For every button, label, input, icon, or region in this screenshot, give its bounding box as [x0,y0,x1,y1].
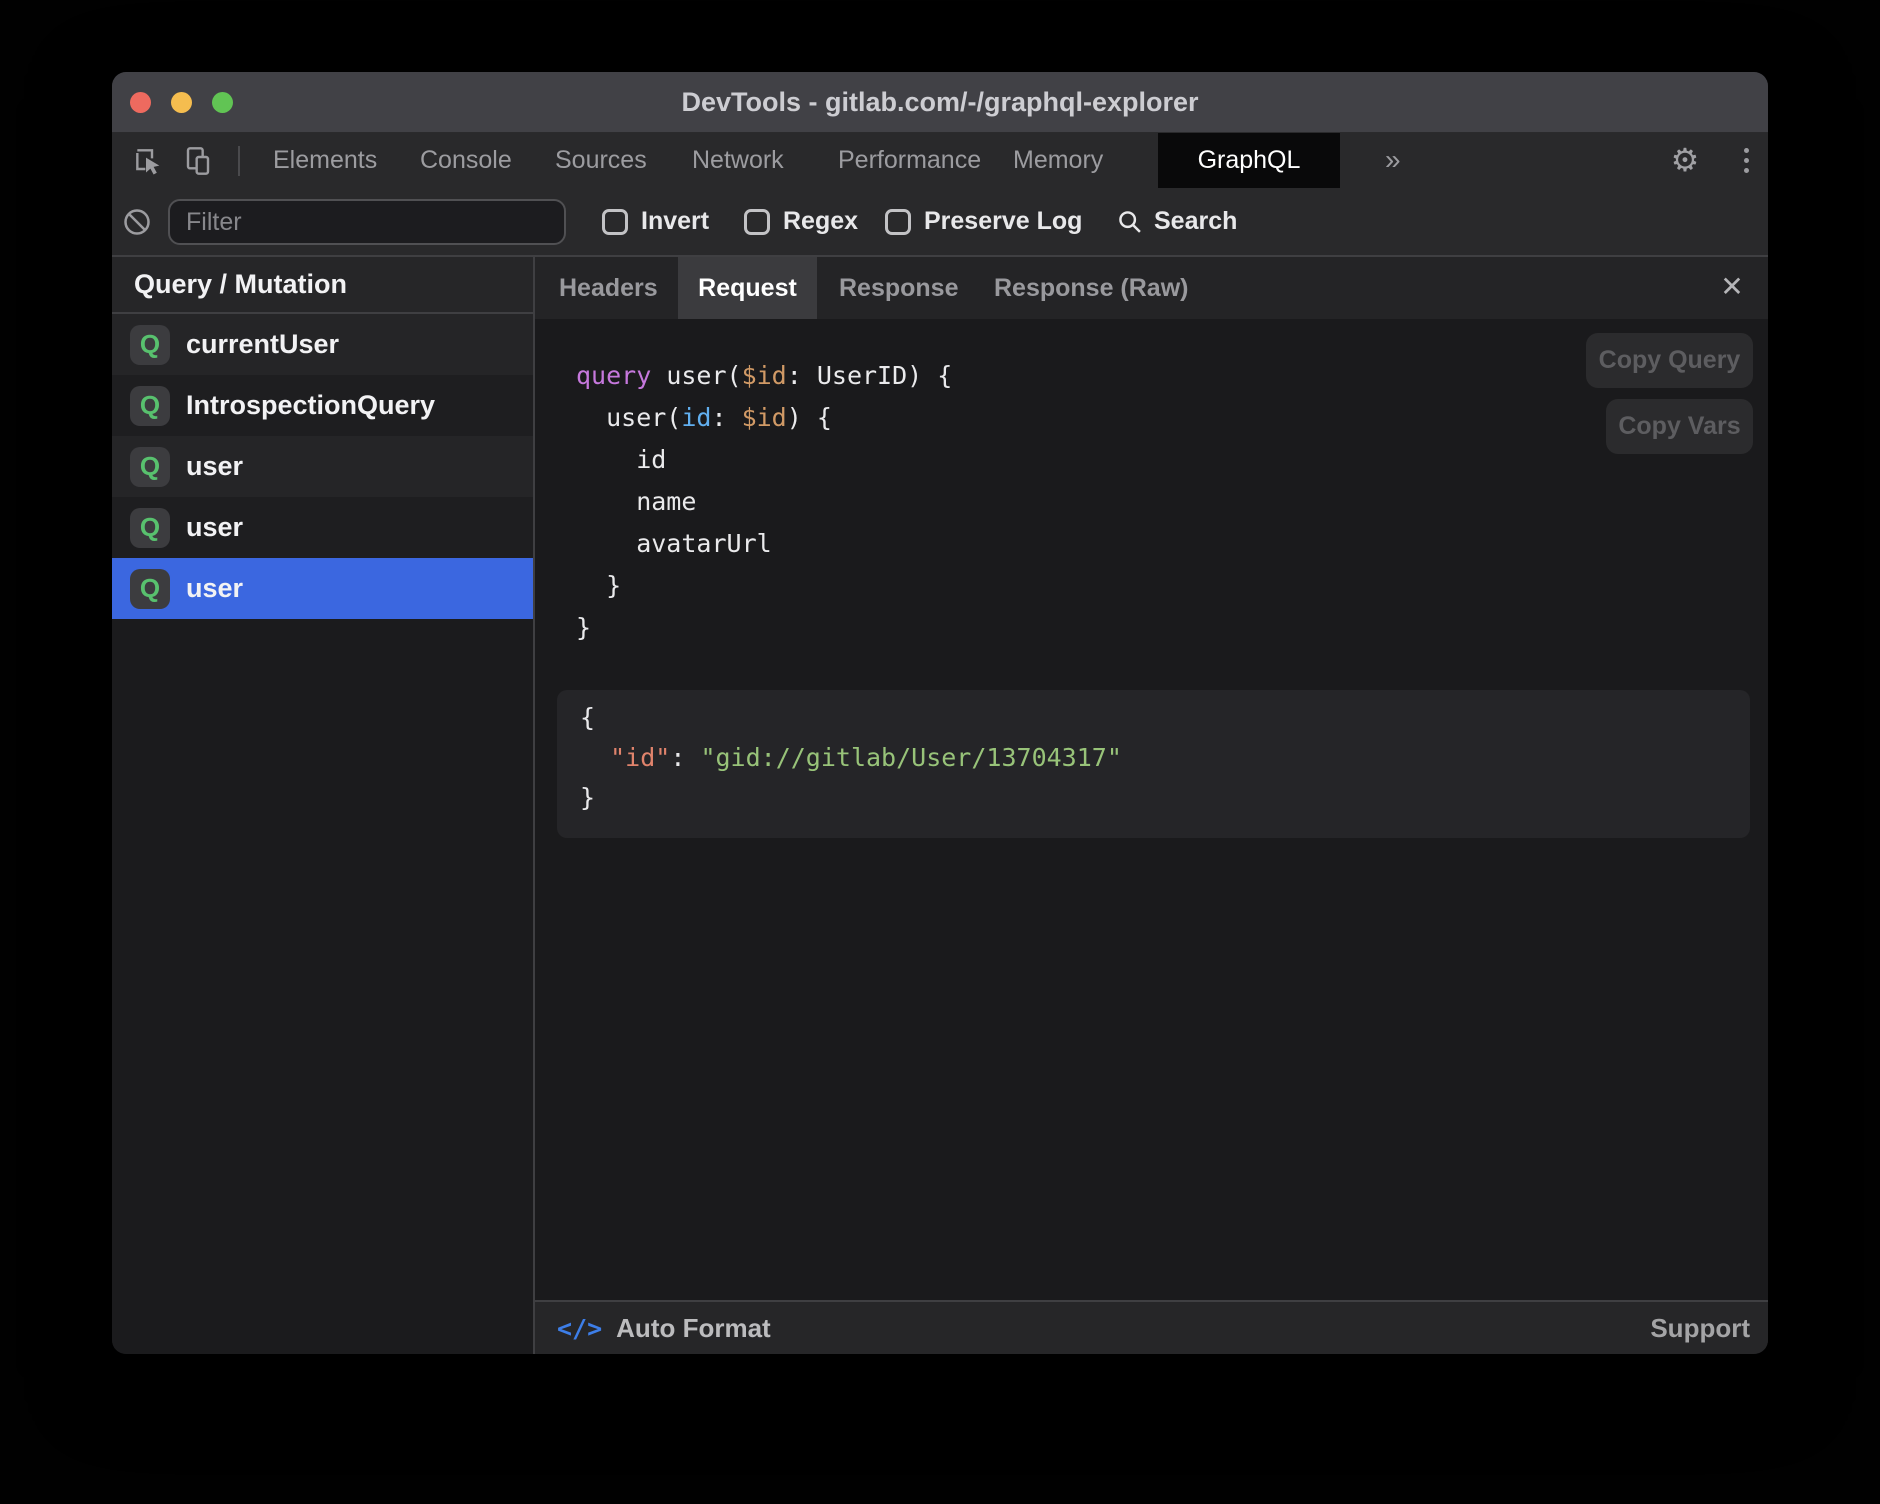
toolbar-separator [238,146,240,176]
tab-elements[interactable]: Elements [273,133,377,188]
request-name: user [186,512,243,543]
request-name: IntrospectionQuery [186,390,435,421]
request-tab-content: query user($id: UserID) { user(id: $id) … [535,319,1768,1300]
checkbox-icon [885,209,911,235]
request-list-sidebar: Query / Mutation Q currentUser Q Introsp… [112,257,533,1354]
devtools-window: DevTools - gitlab.com/-/graphql-explorer… [112,72,1768,1354]
settings-button[interactable]: ⚙ [1664,133,1706,188]
request-name: user [186,573,243,604]
tab-response[interactable]: Response [839,257,958,319]
close-panel-button[interactable]: ✕ [1710,257,1754,319]
titlebar: DevTools - gitlab.com/-/graphql-explorer [112,72,1768,133]
window-title: DevTools - gitlab.com/-/graphql-explorer [112,72,1768,133]
main-area: Query / Mutation Q currentUser Q Introsp… [112,257,1768,1354]
more-tabs-button[interactable]: » [1385,133,1401,188]
tab-graphql-network[interactable]: GraphQL Network [1158,133,1340,188]
request-list-item-user-1[interactable]: Q user [112,436,533,497]
invert-label: Invert [641,207,709,236]
search-label: Search [1154,207,1237,236]
chevron-double-icon: » [1385,144,1401,175]
preserve-log-label: Preserve Log [924,207,1082,236]
device-toolbar-button[interactable] [182,145,214,177]
variables-code: { "id": "gid://gitlab/User/13704317"} [580,698,1122,818]
query-code: query user($id: UserID) { user(id: $id) … [576,355,952,649]
tab-network[interactable]: Network [692,133,784,188]
support-link[interactable]: Support [1650,1313,1750,1344]
panel-footer: </> Auto Format Support [535,1300,1768,1354]
copy-vars-button[interactable]: Copy Vars [1606,399,1753,454]
close-icon: ✕ [1720,271,1743,302]
request-name: currentUser [186,329,339,360]
variables-box: { "id": "gid://gitlab/User/13704317"} [557,690,1750,838]
tab-performance[interactable]: Performance [838,133,981,188]
request-detail-panel: Headers Request Response Response (Raw) … [535,257,1768,1354]
tab-response-raw[interactable]: Response (Raw) [994,257,1188,319]
block-icon [122,207,152,237]
auto-format-button[interactable]: </> Auto Format [557,1313,771,1344]
request-name: user [186,451,243,482]
tab-request[interactable]: Request [678,257,817,319]
search-icon [1116,208,1144,236]
inspect-cursor-icon [132,145,164,177]
tab-console[interactable]: Console [420,133,512,188]
clear-filter-button[interactable] [122,207,152,237]
devtools-tabbar: Elements Console Sources Network Perform… [112,133,1768,188]
inspect-element-button[interactable] [132,145,164,177]
code-icon: </> [557,1314,602,1343]
checkbox-icon [602,209,628,235]
detail-tabbar: Headers Request Response Response (Raw) … [535,257,1768,319]
tab-headers[interactable]: Headers [559,257,658,319]
filter-input[interactable] [168,199,566,245]
query-type-badge: Q [130,569,170,609]
query-type-badge: Q [130,508,170,548]
regex-checkbox[interactable]: Regex [744,188,858,255]
checkbox-icon [744,209,770,235]
request-list-item-user-3-selected[interactable]: Q user [112,558,533,619]
auto-format-label: Auto Format [616,1313,771,1344]
tab-memory[interactable]: Memory [1013,133,1103,188]
sidebar-header: Query / Mutation [112,257,533,314]
search-button[interactable]: Search [1116,188,1237,255]
request-list-item-currentuser[interactable]: Q currentUser [112,314,533,375]
invert-checkbox[interactable]: Invert [602,188,709,255]
request-list-item-user-2[interactable]: Q user [112,497,533,558]
query-type-badge: Q [130,325,170,365]
kebab-menu-icon [1744,148,1749,153]
menu-button[interactable] [1726,133,1766,188]
query-type-badge: Q [130,386,170,426]
query-type-badge: Q [130,447,170,487]
gear-icon: ⚙ [1671,142,1700,178]
device-toolbar-icon [182,145,214,177]
preserve-log-checkbox[interactable]: Preserve Log [885,188,1082,255]
request-list-item-introspectionquery[interactable]: Q IntrospectionQuery [112,375,533,436]
filter-toolbar: Invert Regex Preserve Log Search [112,188,1768,255]
tab-sources[interactable]: Sources [555,133,647,188]
regex-label: Regex [783,207,858,236]
copy-query-button[interactable]: Copy Query [1586,333,1753,388]
